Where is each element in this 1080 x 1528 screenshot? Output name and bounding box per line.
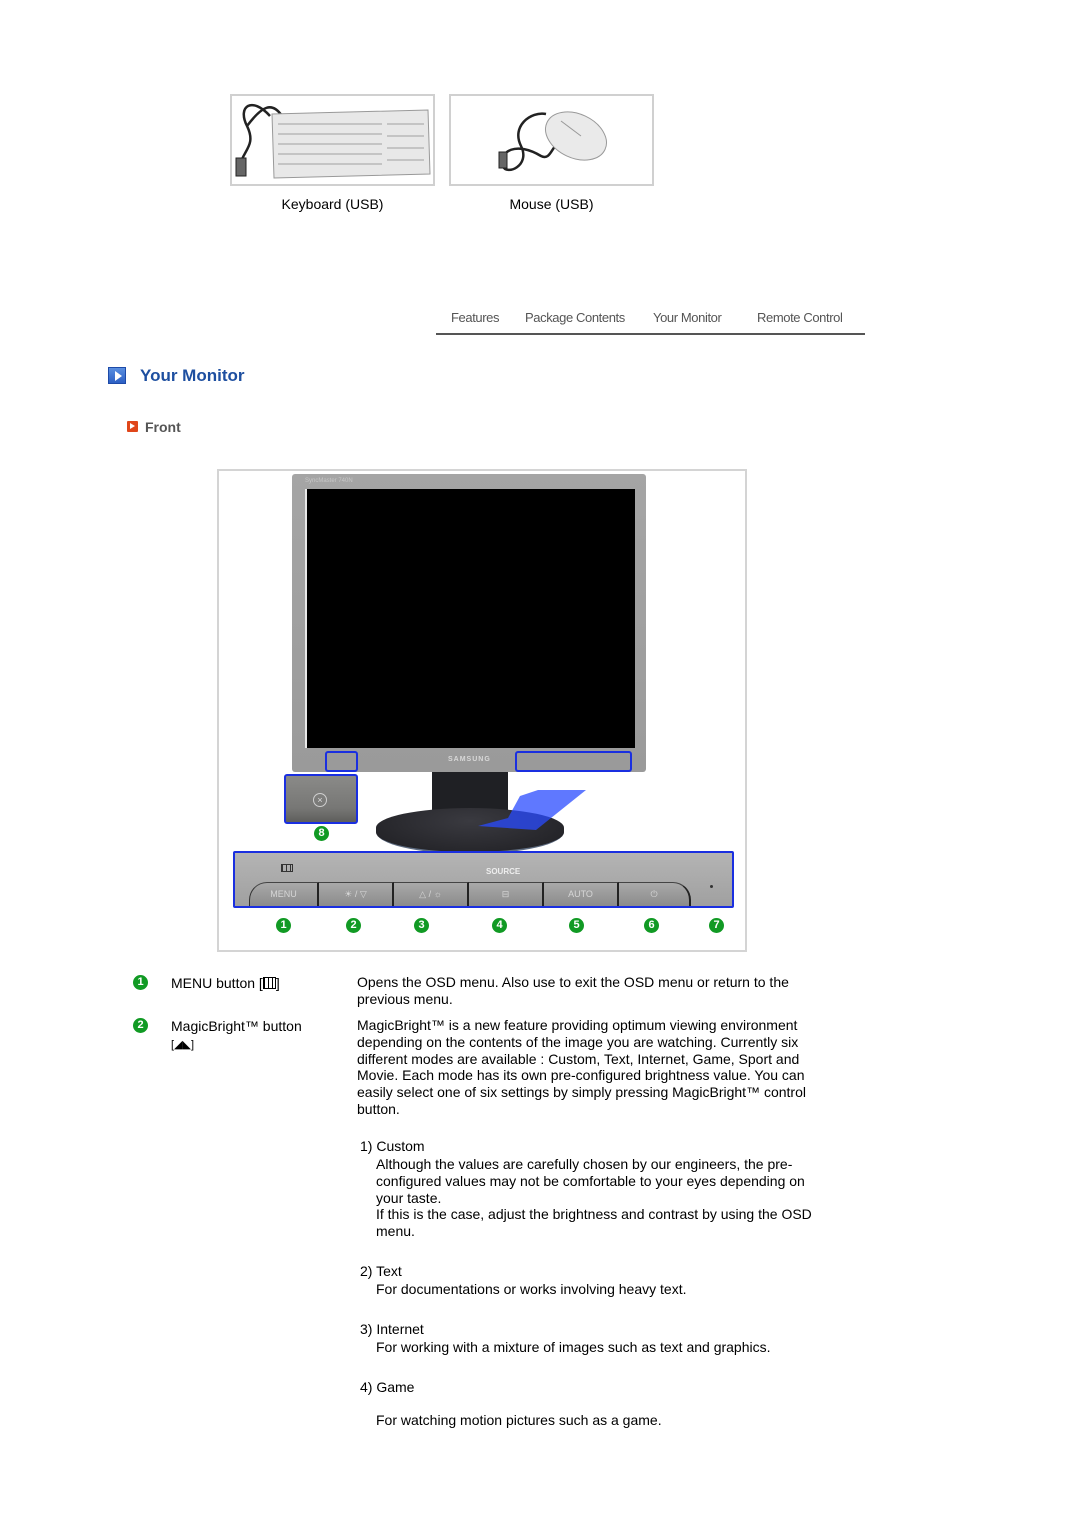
control-buttons-highlight [515, 751, 632, 772]
monitor-screen [305, 489, 635, 748]
callout-1: 1 [276, 918, 291, 933]
nav-your-monitor[interactable]: Your Monitor [653, 310, 722, 325]
mouse-label: Mouse (USB) [509, 196, 594, 212]
power-indicator [710, 885, 713, 888]
callout-2: 2 [346, 918, 361, 933]
mode-title-game: 4) Game [360, 1379, 415, 1395]
magicbright-button[interactable]: ☀ / ▽ [319, 882, 394, 906]
power-led-zoom: × [284, 774, 358, 824]
mode-body-game: For watching motion pictures such as a g… [376, 1412, 662, 1428]
rotation-arrow-icon [478, 790, 586, 830]
mode-title-text: 2) Text [360, 1263, 402, 1279]
mode-body-text: For documentations or works involving he… [376, 1281, 687, 1297]
nav-package-contents[interactable]: Package Contents [525, 310, 625, 325]
power-button[interactable]: ⏻ [619, 882, 691, 906]
auto-button[interactable]: AUTO [544, 882, 619, 906]
callout-7: 7 [709, 918, 724, 933]
desc-term-magicbright: MagicBright™ button [◢◣] [171, 1018, 302, 1054]
keyboard-icon [235, 104, 431, 179]
brightness-button[interactable]: △ / ☼ [394, 882, 469, 906]
callout-4: 4 [492, 918, 507, 933]
desc-def-magicbright: MagicBright™ is a new feature providing … [357, 1017, 806, 1117]
desc-term-text: MENU button [ [171, 975, 263, 991]
model-label: SyncMaster 740N [305, 478, 353, 484]
nav-remote-control[interactable]: Remote Control [757, 310, 843, 325]
mouse-image [449, 94, 654, 186]
desc-def-menu: Opens the OSD menu. Also use to exit the… [357, 974, 789, 1007]
mode-body-custom: Although the values are carefully chosen… [376, 1156, 805, 1206]
section-title: Your Monitor [140, 366, 245, 385]
desc-term-menu: MENU button [] [171, 975, 280, 992]
callout-3: 3 [414, 918, 429, 933]
magicbright-glyph-icon: [◢◣] [171, 1039, 195, 1051]
mouse-icon [498, 111, 607, 172]
mode-title-internet: 3) Internet [360, 1321, 424, 1337]
subsection-arrow-icon [127, 421, 138, 432]
mode-body-custom-2: If this is the case, adjust the brightne… [376, 1206, 812, 1239]
callout-8: 8 [314, 826, 329, 841]
subsection-title: Front [145, 419, 181, 435]
source-label: SOURCE [486, 867, 521, 876]
mode-title-custom: 1) Custom [360, 1138, 425, 1154]
power-led-highlight [325, 751, 358, 772]
callout-6: 6 [644, 918, 659, 933]
desc-num-1: 1 [133, 975, 148, 990]
source-button[interactable]: ⊟ [469, 882, 544, 906]
mode-body-internet: For working with a mixture of images suc… [376, 1339, 771, 1355]
desc-term-text: MagicBright™ button [171, 1018, 302, 1034]
section-arrow-icon [108, 367, 126, 384]
keyboard-label: Keyboard (USB) [281, 196, 384, 212]
keyboard-image [230, 94, 435, 186]
desc-num-2: 2 [133, 1018, 148, 1033]
menu-glyph-icon [262, 977, 276, 989]
menu-icon [281, 864, 293, 872]
desc-term-end: ] [275, 975, 280, 991]
nav-features[interactable]: Features [451, 310, 500, 325]
menu-button[interactable]: MENU [249, 882, 319, 906]
brand-logo: SAMSUNG [448, 756, 491, 763]
led-glyph-icon: × [313, 793, 327, 807]
section-nav: Features Package Contents Your Monitor R… [436, 310, 865, 335]
callout-5: 5 [569, 918, 584, 933]
